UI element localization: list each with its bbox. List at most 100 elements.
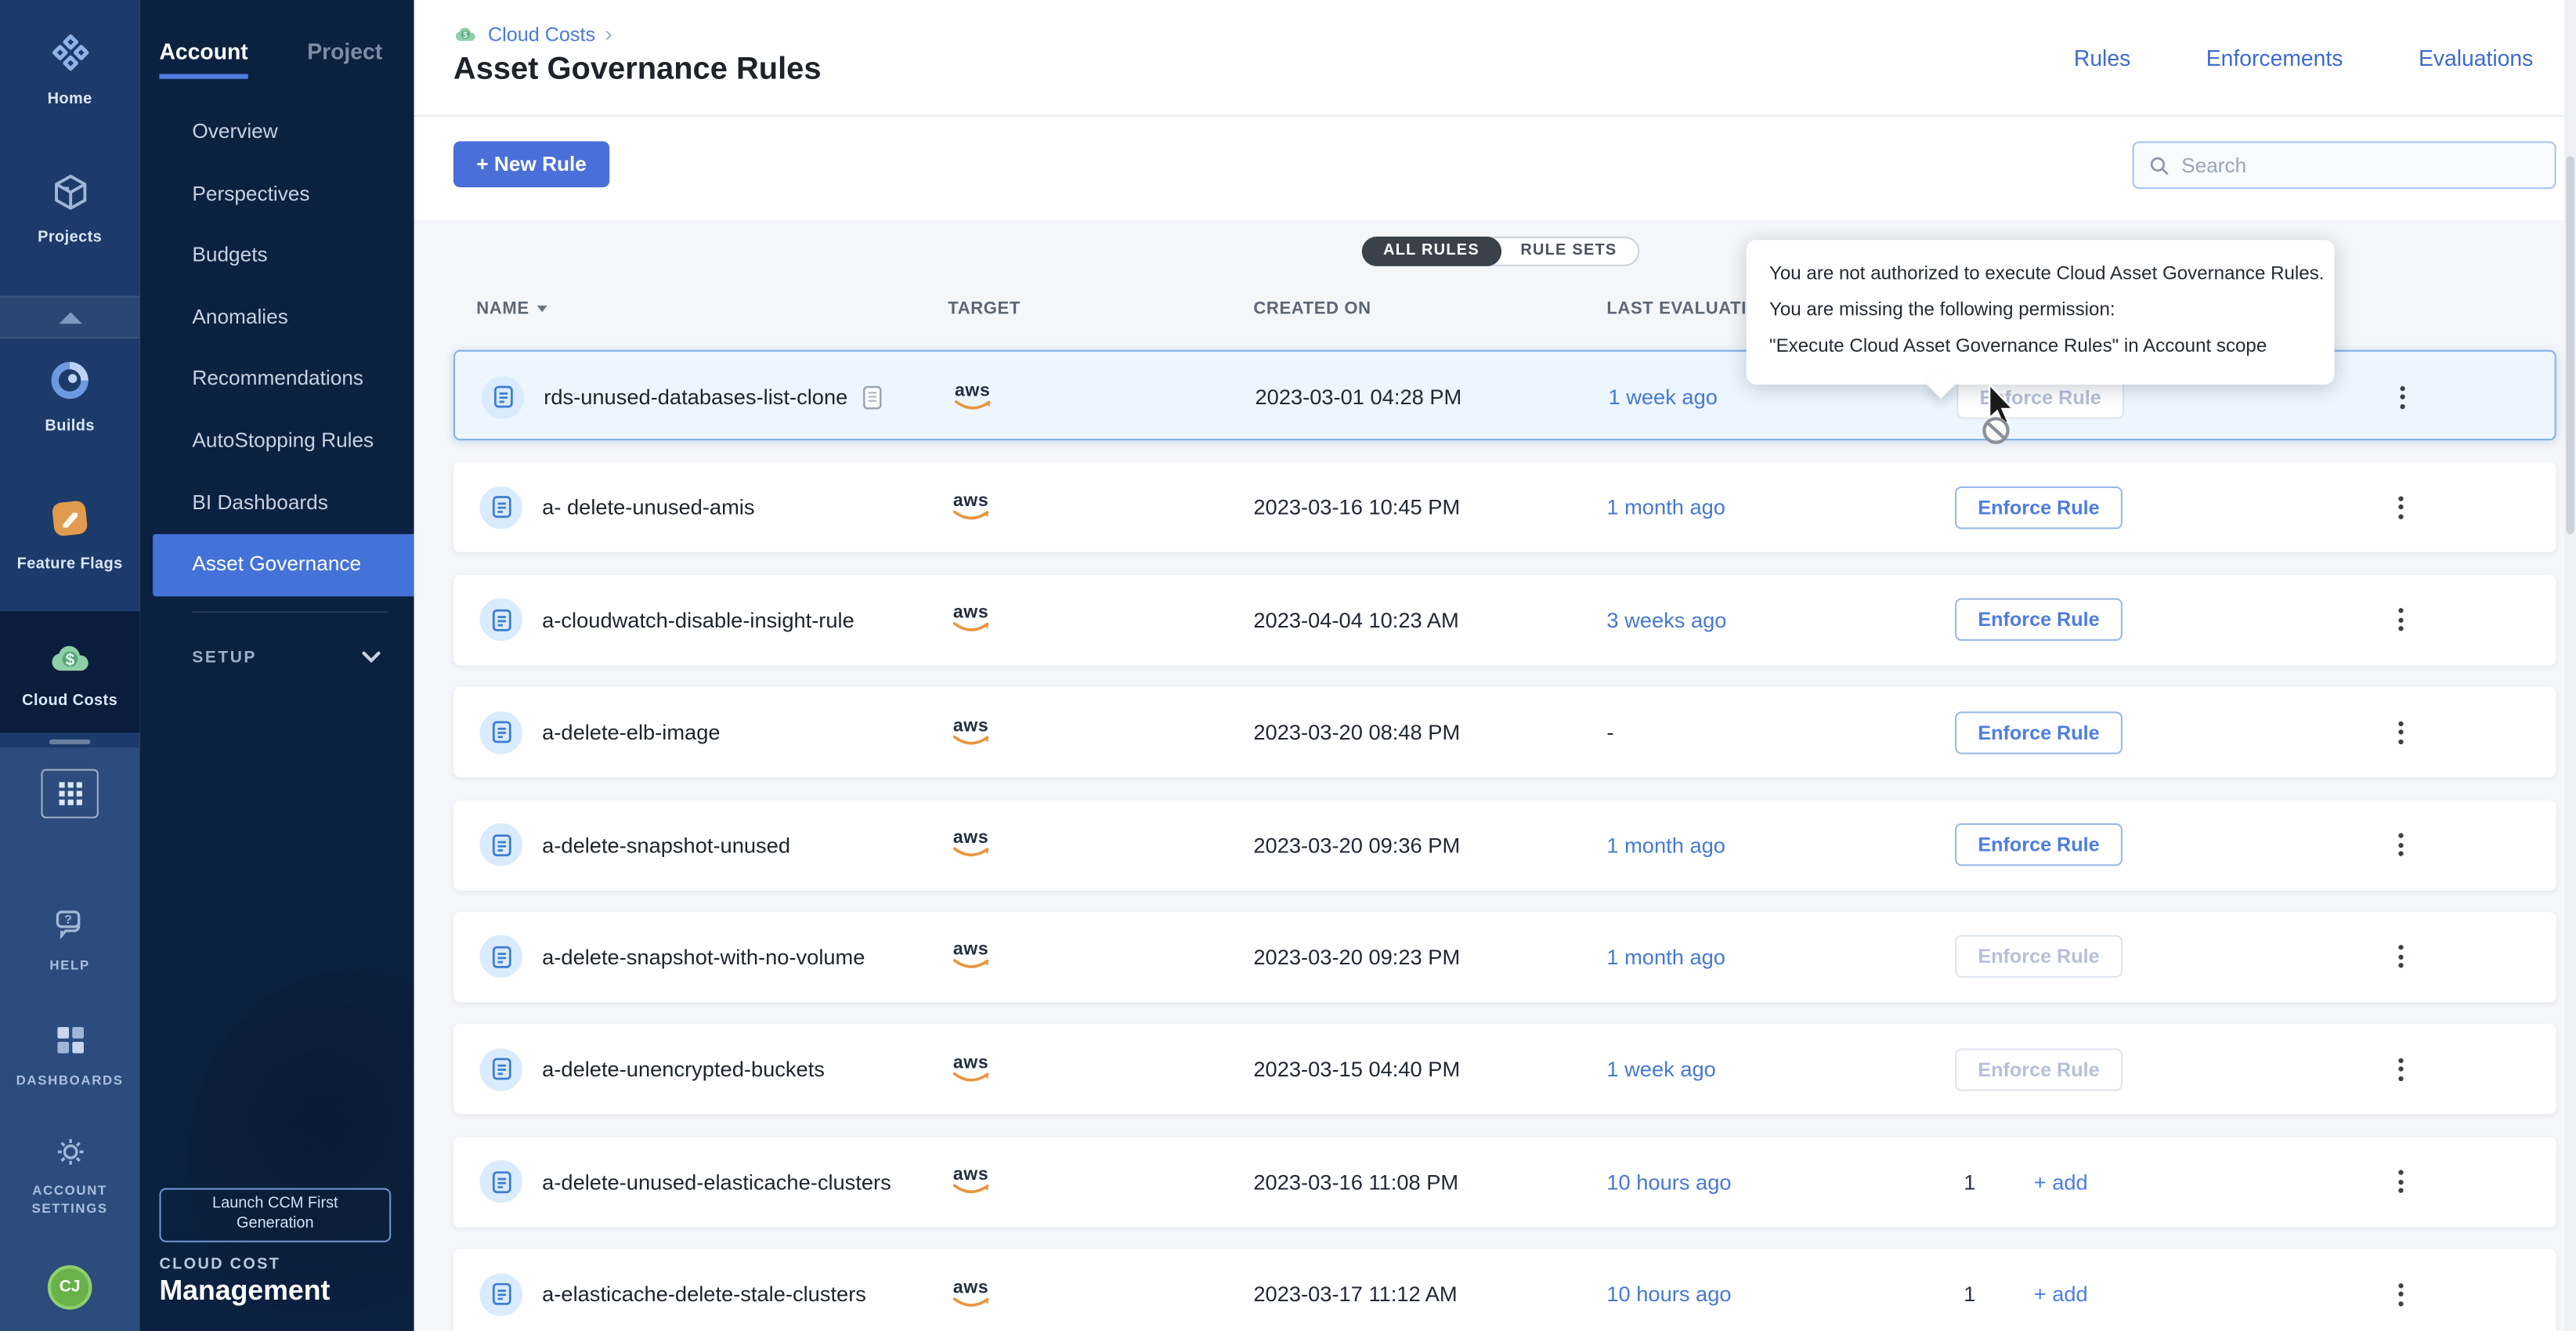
sidebar-item-bi-dashboards[interactable]: BI Dashboards: [139, 472, 414, 534]
rule-last-evaluation[interactable]: 10 hours ago: [1606, 1249, 1731, 1331]
table-row[interactable]: a-elasticache-delete-stale-clusters aws …: [453, 1249, 2556, 1331]
row-menu-kebab[interactable]: [2386, 800, 2415, 890]
enforce-rule-button[interactable]: Enforce Rule: [1955, 486, 2123, 530]
table-row[interactable]: a-cloudwatch-disable-insight-rule aws 20…: [453, 575, 2556, 665]
search-input[interactable]: [2181, 154, 2540, 176]
permission-tooltip: You are not authorized to execute Cloud …: [1747, 240, 2335, 385]
rule-last-evaluation[interactable]: 1 week ago: [1606, 1024, 1715, 1114]
user-avatar[interactable]: CJ: [48, 1265, 92, 1310]
rail-item-feature-flags[interactable]: Feature Flags: [0, 496, 139, 573]
table-row[interactable]: a- delete-unused-amis aws 2023-03-16 10:…: [453, 462, 2556, 552]
rule-last-evaluation[interactable]: -: [1606, 687, 1613, 777]
scope-tabs: Account Project: [159, 39, 397, 78]
sidebar-item-autostopping-rules[interactable]: AutoStopping Rules: [139, 411, 414, 472]
rail-label-builds: Builds: [0, 418, 139, 436]
rail-item-builds[interactable]: Builds: [0, 358, 139, 436]
scrollbar-thumb[interactable]: [2566, 156, 2574, 533]
rule-last-evaluation[interactable]: 1 month ago: [1606, 912, 1725, 1002]
rule-last-evaluation[interactable]: 1 month ago: [1606, 462, 1725, 552]
toggle-rule-sets[interactable]: RULE SETS: [1499, 238, 1638, 265]
breadcrumb-cloud-costs-link[interactable]: Cloud Costs: [488, 22, 595, 45]
launch-ccm-first-gen-button[interactable]: Launch CCM First Generation: [159, 1188, 391, 1242]
rule-last-evaluation[interactable]: 1 month ago: [1606, 800, 1725, 890]
rule-icon: [479, 1048, 522, 1091]
table-row[interactable]: a-delete-unencrypted-buckets aws 2023-03…: [453, 1024, 2556, 1114]
module-title: Management: [159, 1275, 330, 1308]
new-rule-button[interactable]: + New Rule: [453, 141, 609, 187]
row-menu-kebab[interactable]: [2386, 1137, 2415, 1227]
row-menu-kebab[interactable]: [2386, 687, 2415, 777]
rail-item-help[interactable]: ? HELP: [0, 907, 139, 976]
rail-item-projects[interactable]: Projects: [0, 171, 139, 246]
enforce-rule-button[interactable]: Enforce Rule: [1955, 711, 2123, 754]
rule-doc-icon: [490, 495, 511, 519]
add-enforcement-link[interactable]: + add: [2034, 1249, 2088, 1331]
rule-icon: [479, 599, 522, 642]
rail-collapse-button[interactable]: [0, 296, 139, 339]
toggle-all-rules[interactable]: ALL RULES: [1362, 237, 1501, 266]
sidebar-item-anomalies[interactable]: Anomalies: [139, 288, 414, 349]
nav-link-rules[interactable]: Rules: [2074, 46, 2130, 71]
column-header-name[interactable]: NAME: [476, 299, 547, 319]
rule-name: a-delete-elb-image: [542, 687, 720, 777]
tab-account[interactable]: Account: [159, 39, 247, 78]
tooltip-line-1: You are not authorized to execute Cloud …: [1769, 256, 2311, 292]
rule-last-evaluation[interactable]: 3 weeks ago: [1606, 575, 1726, 665]
enforce-rule-button[interactable]: Enforce Rule: [1955, 1048, 2123, 1091]
rail-label-home: Home: [0, 90, 139, 108]
row-menu-kebab[interactable]: [2386, 1024, 2415, 1114]
rail-item-home[interactable]: Home: [0, 30, 139, 109]
column-header-created-on: CREATED ON: [1253, 299, 1371, 319]
aws-swoosh: [951, 959, 990, 972]
rule-created-on: 2023-03-01 04:28 PM: [1255, 352, 1461, 442]
row-menu-kebab[interactable]: [2386, 462, 2415, 552]
sidebar-item-perspectives[interactable]: Perspectives: [139, 164, 414, 226]
main-content: $ Cloud Costs › Asset Governance Rules R…: [414, 0, 2576, 1331]
header-nav-links: Rules Enforcements Evaluations: [2074, 46, 2533, 71]
aws-swoosh: [951, 1296, 990, 1309]
rail-item-dashboards[interactable]: DASHBOARDS: [0, 1022, 139, 1091]
rule-doc-icon: [490, 1057, 511, 1081]
rule-created-on: 2023-03-16 11:08 PM: [1253, 1137, 1458, 1227]
rule-name: a- delete-unused-amis: [542, 462, 754, 552]
copy-icon[interactable]: [861, 384, 883, 411]
rule-last-evaluation[interactable]: 1 week ago: [1608, 352, 1717, 442]
rule-icon: [479, 1273, 522, 1316]
rule-target: aws: [946, 1137, 995, 1227]
rail-item-account-settings[interactable]: ACCOUNT SETTINGS: [0, 1134, 139, 1218]
row-menu-kebab[interactable]: [2387, 352, 2417, 442]
enforce-rule-button[interactable]: Enforce Rule: [1955, 823, 2123, 866]
enforce-rule-button[interactable]: Enforce Rule: [1955, 599, 2123, 642]
tab-project[interactable]: Project: [307, 39, 382, 78]
rail-label-projects: Projects: [0, 229, 139, 247]
sidebar-item-recommendations[interactable]: Recommendations: [139, 349, 414, 411]
rule-last-evaluation[interactable]: 10 hours ago: [1606, 1137, 1731, 1227]
enforcement-count: 1: [1955, 1249, 1985, 1331]
nav-link-enforcements[interactable]: Enforcements: [2206, 46, 2343, 71]
table-row[interactable]: a-delete-snapshot-unused aws 2023-03-20 …: [453, 800, 2556, 890]
sidebar-item-asset-governance[interactable]: Asset Governance: [153, 534, 414, 596]
module-rail: Home Projects Builds Feature Flags: [0, 0, 139, 1331]
rule-icon: [479, 486, 522, 530]
table-row[interactable]: a-delete-snapshot-with-no-volume aws 202…: [453, 912, 2556, 1002]
sidebar-item-budgets[interactable]: Budgets: [139, 226, 414, 288]
row-menu-kebab[interactable]: [2386, 1249, 2415, 1331]
rail-item-cloud-costs[interactable]: $ Cloud Costs: [0, 638, 139, 710]
enforce-rule-button[interactable]: Enforce Rule: [1955, 935, 2123, 978]
table-row[interactable]: a-delete-elb-image aws 2023-03-20 08:48 …: [453, 687, 2556, 777]
nav-link-evaluations[interactable]: Evaluations: [2419, 46, 2533, 71]
table-row[interactable]: a-delete-unused-elasticache-clusters aws…: [453, 1137, 2556, 1227]
page-scrollbar[interactable]: [2564, 0, 2576, 1331]
add-enforcement-link[interactable]: + add: [2034, 1137, 2088, 1227]
module-picker-button[interactable]: [41, 769, 98, 819]
sidebar-item-overview[interactable]: Overview: [139, 102, 414, 164]
aws-target-logo: aws: [953, 718, 989, 734]
rail-label-cloud-costs: Cloud Costs: [0, 692, 139, 710]
sidebar-item-setup[interactable]: SETUP: [139, 638, 414, 677]
rule-name: a-delete-snapshot-with-no-volume: [542, 912, 865, 1002]
svg-text:$: $: [463, 31, 468, 40]
rule-target: aws: [946, 912, 995, 1002]
rule-target: aws: [948, 352, 997, 442]
row-menu-kebab[interactable]: [2386, 912, 2415, 1002]
row-menu-kebab[interactable]: [2386, 575, 2415, 665]
